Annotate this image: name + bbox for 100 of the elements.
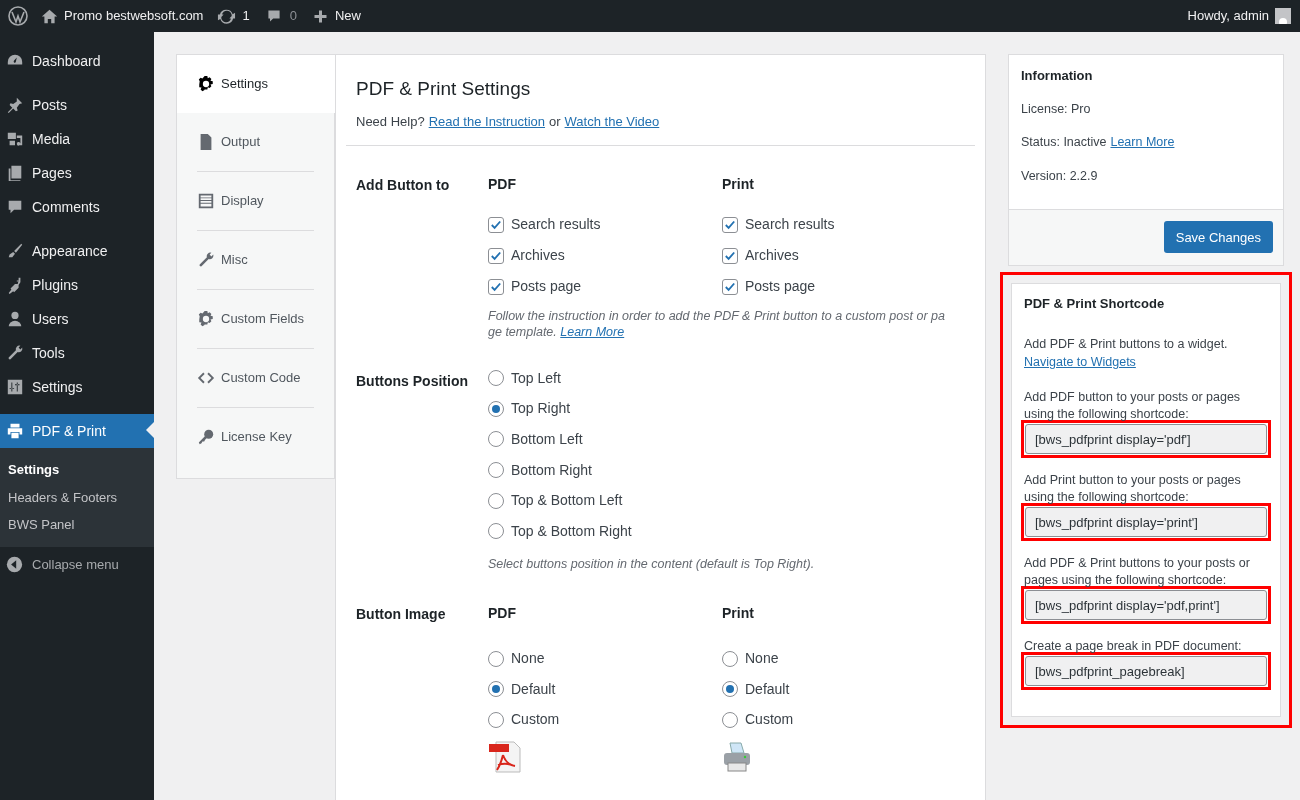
radio-button[interactable] bbox=[722, 650, 738, 667]
field-label: Add Button to bbox=[356, 176, 451, 195]
checkbox-label[interactable]: Search results bbox=[511, 214, 601, 235]
radio-button[interactable] bbox=[722, 681, 738, 698]
radio-label[interactable]: None bbox=[745, 648, 779, 670]
submenu-item[interactable]: BWS Panel bbox=[0, 511, 154, 539]
plus-icon[interactable] bbox=[312, 8, 328, 24]
help-note: Select buttons position in the content (default is Top Right). bbox=[488, 555, 816, 573]
column-heading: Print bbox=[722, 175, 755, 194]
pin-icon bbox=[6, 96, 24, 114]
info-text: License: Pro bbox=[1021, 100, 1091, 118]
video-link[interactable]: Watch the Video bbox=[564, 111, 660, 131]
checkbox[interactable] bbox=[488, 278, 504, 295]
checkbox[interactable] bbox=[722, 247, 738, 264]
wordpress-logo-icon[interactable] bbox=[8, 6, 28, 26]
radio-label[interactable]: Top & Bottom Right bbox=[511, 520, 632, 542]
panel-title: Information bbox=[1021, 67, 1094, 85]
help-joiner: or bbox=[549, 112, 561, 131]
radio-label[interactable]: Bottom Right bbox=[511, 459, 592, 481]
page-title: PDF & Print Settings bbox=[356, 77, 532, 101]
radio-button[interactable] bbox=[488, 492, 504, 509]
radio-button[interactable] bbox=[488, 523, 504, 540]
navigate-to-widgets-link[interactable]: Navigate to Widgets bbox=[1024, 355, 1136, 370]
shortcode-field[interactable]: [bws_pdfprint_pagebreak] bbox=[1025, 656, 1267, 687]
learn-more-link[interactable]: Learn More bbox=[560, 325, 625, 339]
checkbox-label[interactable]: Posts page bbox=[745, 276, 816, 297]
checkbox-label[interactable]: Archives bbox=[511, 245, 565, 266]
radio-label[interactable]: Default bbox=[511, 678, 556, 700]
checkbox[interactable] bbox=[488, 216, 504, 233]
radio-button[interactable] bbox=[488, 681, 504, 698]
comments-count[interactable]: 0 bbox=[289, 6, 297, 26]
shortcode-field[interactable]: [bws_pdfprint display='print'] bbox=[1025, 507, 1267, 538]
sidebar-item[interactable]: Users bbox=[0, 302, 154, 336]
radio-button[interactable] bbox=[722, 711, 738, 728]
radio-label[interactable]: Custom bbox=[745, 709, 794, 731]
collapse-menu-label[interactable]: Collapse menu bbox=[32, 554, 119, 575]
sidebar-item[interactable]: Tools bbox=[0, 336, 154, 370]
shortcode-field[interactable]: [bws_pdfprint display='pdf'] bbox=[1025, 424, 1267, 455]
home-icon bbox=[41, 7, 58, 25]
radio-button[interactable] bbox=[488, 711, 504, 728]
radio-label[interactable]: Top Left bbox=[511, 367, 561, 389]
sidebar-item[interactable]: Comments bbox=[0, 190, 154, 224]
sidebar-item[interactable]: Dashboard bbox=[0, 44, 154, 78]
settings-tab[interactable]: Misc bbox=[177, 231, 334, 289]
sidebar-item[interactable]: Appearance bbox=[0, 234, 154, 268]
updates-count[interactable]: 1 bbox=[242, 6, 250, 26]
learn-more-link[interactable]: Learn More bbox=[1110, 133, 1175, 152]
settings-tab[interactable]: Output bbox=[177, 113, 334, 171]
radio-button[interactable] bbox=[488, 400, 504, 417]
checkbox[interactable] bbox=[722, 278, 738, 295]
settings-tab[interactable]: Custom Fields bbox=[177, 290, 334, 348]
shortcode-description: Add PDF & Print buttons to your posts or pages using the following shortcode: bbox=[1024, 555, 1251, 590]
wrench-icon bbox=[6, 344, 24, 362]
sidebar-item[interactable]: PDF & Print bbox=[0, 414, 154, 448]
new-link[interactable]: New bbox=[334, 6, 361, 26]
shortcode-description: Create a page break in PDF document: bbox=[1024, 638, 1243, 656]
sliders-icon bbox=[6, 378, 24, 396]
site-name-link[interactable]: Promo bestwebsoft.com bbox=[64, 6, 204, 26]
sidebar-item[interactable]: Media bbox=[0, 122, 154, 156]
radio-label[interactable]: Top & Bottom Left bbox=[511, 490, 623, 512]
submenu-item[interactable]: Settings bbox=[0, 456, 154, 484]
checkbox[interactable] bbox=[488, 247, 504, 264]
column-heading: PDF bbox=[488, 175, 517, 194]
sidebar-item[interactable]: Settings bbox=[0, 370, 154, 404]
radio-button[interactable] bbox=[488, 650, 504, 667]
field-label: Buttons Position bbox=[356, 372, 469, 391]
checkbox[interactable] bbox=[722, 216, 738, 233]
radio-label[interactable]: Default bbox=[745, 678, 790, 700]
column-heading: Print bbox=[722, 604, 755, 624]
settings-tab[interactable]: Display bbox=[177, 172, 334, 230]
sidebar-item[interactable]: Pages bbox=[0, 156, 154, 190]
checkbox-label[interactable]: Archives bbox=[745, 245, 799, 266]
collapse-icon[interactable] bbox=[6, 556, 23, 573]
checkbox-label[interactable]: Posts page bbox=[511, 276, 582, 297]
radio-label[interactable]: Custom bbox=[511, 709, 560, 731]
settings-tab[interactable]: Settings bbox=[177, 55, 335, 113]
radio-label[interactable]: Top Right bbox=[511, 398, 571, 420]
shortcode-field[interactable]: [bws_pdfprint display='pdf,print'] bbox=[1025, 590, 1267, 621]
settings-icon bbox=[197, 310, 215, 328]
save-changes-button[interactable]: Save Changes bbox=[1163, 221, 1273, 254]
radio-button[interactable] bbox=[488, 431, 504, 448]
help-label: Need Help? bbox=[356, 112, 425, 131]
instruction-link[interactable]: Read the Instruction bbox=[428, 111, 545, 131]
radio-button[interactable] bbox=[488, 370, 504, 387]
radio-button[interactable] bbox=[488, 462, 504, 479]
radio-label[interactable]: Bottom Left bbox=[511, 429, 583, 450]
sidebar-item[interactable]: Posts bbox=[0, 88, 154, 122]
key-icon bbox=[197, 428, 215, 446]
shortcode-description: Add PDF button to your posts or pages using the following shortcode: bbox=[1024, 389, 1242, 424]
sidebar-item[interactable]: Plugins bbox=[0, 268, 154, 302]
panel-title: PDF & Print Shortcode bbox=[1024, 294, 1166, 313]
settings-tab[interactable]: License Key bbox=[177, 408, 334, 466]
greeting-link[interactable]: Howdy, admin bbox=[1187, 6, 1269, 26]
comment-icon[interactable] bbox=[265, 8, 282, 24]
pages-icon bbox=[6, 164, 24, 182]
pdf-file-icon bbox=[488, 741, 522, 774]
radio-label[interactable]: None bbox=[511, 648, 545, 670]
checkbox-label[interactable]: Search results bbox=[745, 214, 835, 235]
submenu-item[interactable]: Headers & Footers bbox=[0, 483, 154, 511]
settings-tab[interactable]: Custom Code bbox=[177, 349, 334, 407]
